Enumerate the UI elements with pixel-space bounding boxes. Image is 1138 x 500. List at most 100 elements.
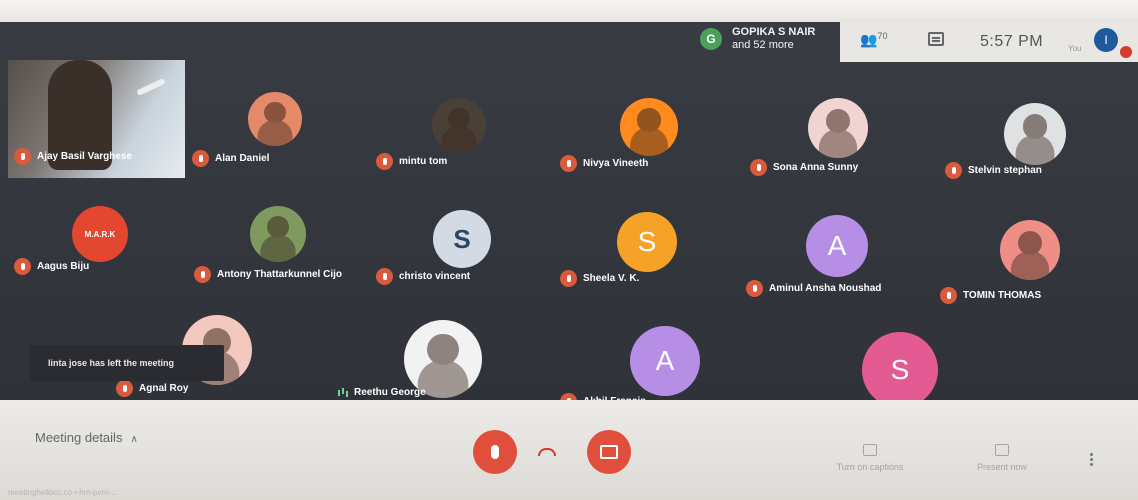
letter-avatar: A bbox=[806, 215, 868, 277]
participant-name-row: Alan Daniel bbox=[192, 150, 269, 167]
participant-name: Reethu George bbox=[354, 387, 426, 398]
present-label: Present now bbox=[976, 462, 1028, 472]
meet-screen: G GOPIKA S NAIR and 52 more 👥70 5:57 PM … bbox=[0, 0, 1138, 500]
leave-call-button[interactable] bbox=[535, 440, 559, 464]
avatar-silhouette bbox=[264, 101, 286, 124]
avatar-logo-text: S bbox=[453, 223, 471, 254]
mic-off-icon bbox=[940, 287, 957, 304]
avatar-silhouette bbox=[266, 216, 290, 239]
participant-name-row: Sheela V. K. bbox=[560, 270, 639, 287]
mic-off-icon bbox=[945, 162, 962, 179]
present-now-button[interactable]: Present now bbox=[962, 444, 1042, 472]
avatar-silhouette bbox=[1018, 230, 1042, 255]
captions-label: Turn on captions bbox=[836, 462, 904, 472]
people-button[interactable]: 👥70 bbox=[860, 31, 887, 49]
avatar-logo-text: M.A.R.K bbox=[84, 229, 116, 239]
notification-dot bbox=[1120, 46, 1132, 58]
bottom-bar: Meeting details ∧ Turn on captions Presen… bbox=[0, 400, 1138, 500]
mic-off-icon bbox=[14, 148, 31, 165]
participant-name: christo vincent bbox=[399, 271, 471, 282]
present-icon bbox=[995, 444, 1009, 456]
photo-avatar bbox=[620, 98, 678, 156]
speaking-icon bbox=[338, 388, 348, 398]
mic-off-icon bbox=[194, 266, 211, 283]
letter-avatar: S bbox=[862, 332, 938, 408]
participant-name-row: Antony Thattarkunnel Cijo bbox=[194, 266, 342, 283]
more-options-icon[interactable] bbox=[1090, 458, 1093, 461]
mic-off-icon bbox=[560, 155, 577, 172]
presenter-indicator[interactable]: G GOPIKA S NAIR and 52 more bbox=[700, 26, 815, 52]
chevron-up-icon: ∧ bbox=[130, 434, 138, 445]
avatar-silhouette bbox=[1022, 114, 1048, 139]
top-bar: G GOPIKA S NAIR and 52 more 👥70 5:57 PM … bbox=[0, 22, 1138, 62]
photo-avatar bbox=[1004, 103, 1066, 165]
meeting-details-button[interactable]: Meeting details ∧ bbox=[35, 430, 138, 445]
participant-name: Stelvin stephan bbox=[968, 165, 1042, 176]
participant-name-row: Aagus Biju bbox=[14, 258, 89, 275]
mic-toggle-button[interactable] bbox=[473, 430, 517, 474]
avatar-silhouette bbox=[826, 108, 850, 133]
participant-name: Aminul Ansha Noushad bbox=[769, 283, 882, 294]
participant-name-row: Agnal Roy bbox=[116, 380, 188, 397]
avatar-letter: S bbox=[637, 226, 657, 257]
chat-icon[interactable] bbox=[928, 32, 944, 46]
avatar-silhouette bbox=[427, 334, 459, 366]
letter-avatar: A bbox=[630, 326, 700, 396]
captions-icon bbox=[863, 444, 877, 456]
avatar-silhouette bbox=[637, 108, 661, 132]
mic-off-icon bbox=[192, 150, 209, 167]
mic-off-icon bbox=[560, 270, 577, 287]
participant-name: Sheela V. K. bbox=[583, 273, 640, 284]
participant-name-row: TOMIN THOMAS bbox=[940, 287, 1041, 304]
participant-name-row: Ajay Basil Varghese bbox=[14, 148, 132, 165]
participant-name: mintu tom bbox=[399, 156, 448, 167]
left-meeting-toast: linta jose has left the meeting bbox=[30, 345, 224, 381]
participant-name: Nivya Vineeth bbox=[583, 158, 649, 169]
logo-avatar: M.A.R.K bbox=[72, 206, 128, 262]
mic-off-icon bbox=[376, 268, 393, 285]
mic-off-icon bbox=[376, 153, 393, 170]
clock: 5:57 PM bbox=[980, 33, 1044, 50]
people-icon: 👥 bbox=[860, 31, 878, 48]
browser-url-strip: meetinghellocc.co • hm-pvrn-... bbox=[8, 488, 118, 497]
participant-name-row: Stelvin stephan bbox=[945, 162, 1042, 179]
participant-name-row: mintu tom bbox=[376, 153, 447, 170]
mic-off-icon bbox=[116, 380, 133, 397]
participant-name: Aagus Biju bbox=[37, 261, 90, 272]
top-tray: 👥70 5:57 PM You I bbox=[840, 22, 1138, 62]
captions-button[interactable]: Turn on captions bbox=[822, 444, 918, 472]
participant-name: Alan Daniel bbox=[215, 153, 270, 164]
participant-name: TOMIN THOMAS bbox=[963, 290, 1042, 301]
background-bird bbox=[136, 77, 166, 97]
participant-name: Sona Anna Sunny bbox=[773, 162, 859, 173]
presenter-avatar: G bbox=[700, 28, 722, 50]
participant-name: Antony Thattarkunnel Cijo bbox=[217, 269, 342, 280]
presenter-more: and 52 more bbox=[732, 39, 794, 51]
mic-off-icon bbox=[750, 159, 767, 176]
photo-avatar bbox=[250, 206, 306, 262]
avatar-letter: A bbox=[827, 230, 847, 261]
you-label: You bbox=[1068, 44, 1082, 53]
meeting-details-label: Meeting details bbox=[35, 430, 123, 445]
mic-off-icon bbox=[14, 258, 31, 275]
photo-avatar bbox=[1000, 220, 1060, 280]
self-avatar[interactable]: I bbox=[1094, 28, 1118, 52]
avatar-letter: S bbox=[890, 354, 910, 385]
participant-name-row: christo vincent bbox=[376, 268, 470, 285]
logo-avatar: S bbox=[433, 210, 491, 268]
presenter-name: GOPIKA S NAIR bbox=[732, 26, 816, 38]
photo-avatar bbox=[808, 98, 868, 158]
avatar-silhouette bbox=[448, 107, 470, 130]
photo-avatar bbox=[432, 98, 486, 152]
participant-name: Ajay Basil Varghese bbox=[37, 151, 133, 162]
participant-name-row: Nivya Vineeth bbox=[560, 155, 648, 172]
participant-name: Agnal Roy bbox=[139, 383, 189, 394]
camera-toggle-button[interactable] bbox=[587, 430, 631, 474]
participant-name-row: Reethu George bbox=[338, 387, 426, 398]
letter-avatar: S bbox=[617, 212, 677, 272]
avatar-letter: A bbox=[655, 345, 675, 376]
participant-name-row: Aminul Ansha Noushad bbox=[746, 280, 881, 297]
people-count: 70 bbox=[877, 31, 888, 41]
mic-off-icon bbox=[746, 280, 763, 297]
photo-avatar bbox=[248, 92, 302, 146]
